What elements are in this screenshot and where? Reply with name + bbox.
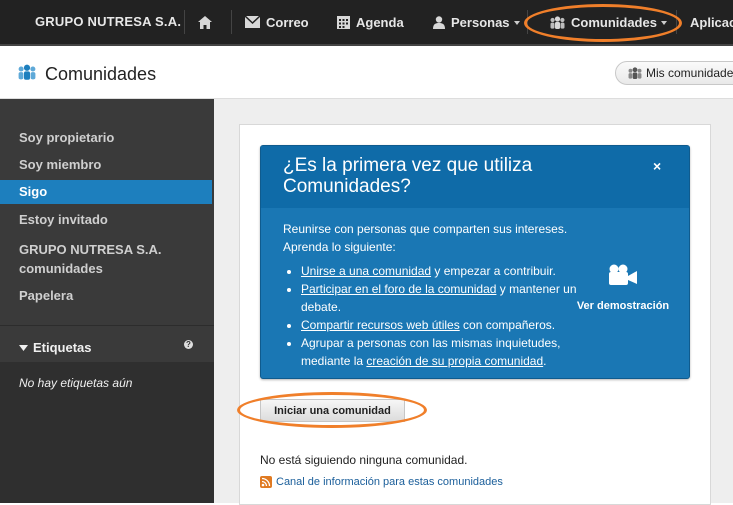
nav-people[interactable]: Personas (433, 0, 520, 44)
tags-toggle[interactable]: Etiquetas (19, 340, 92, 355)
sidebar-item-trash[interactable]: Papelera (19, 288, 73, 303)
intro-item-text: y empezar a contribuir. (431, 264, 556, 278)
intro-lead-2: Aprenda lo siguiente: (283, 240, 396, 254)
demo-link[interactable]: Ver demostración (575, 264, 671, 312)
nav-calendar[interactable]: Agenda (337, 0, 404, 44)
sidebar-divider (0, 325, 214, 326)
close-icon[interactable]: × (653, 158, 661, 174)
intro-item-text: . (543, 354, 547, 368)
empty-state-message: No está siguiendo ninguna comunidad. (260, 453, 468, 467)
home-link[interactable] (198, 0, 218, 44)
org-brand[interactable]: GRUPO NUTRESA S.A. (35, 14, 181, 29)
intro-item-text: con compañeros. (459, 318, 556, 332)
create-community-link[interactable]: creación de su propia comunidad (366, 354, 543, 368)
nav-divider (184, 10, 185, 34)
intro-callout: ¿Es la primera vez que utiliza Comunidad… (260, 145, 690, 379)
share-resources-link[interactable]: Compartir recursos web útiles (301, 318, 460, 332)
intro-body: Reunirse con personas que comparten sus … (283, 220, 583, 370)
tags-title: Etiquetas (33, 340, 92, 355)
nav-divider (231, 10, 232, 34)
join-community-link[interactable]: Unirse a una comunidad (301, 264, 431, 278)
nav-mail[interactable]: Correo (245, 0, 309, 44)
sidebar-item-member[interactable]: Soy miembro (19, 157, 101, 172)
intro-lead: Reunirse con personas que comparten sus … (283, 222, 568, 236)
intro-list: Unirse a una comunidad y empezar a contr… (283, 262, 583, 370)
sidebar-item-invited[interactable]: Estoy invitado (19, 212, 108, 227)
rss-link-label: Canal de información para estas comunida… (276, 476, 503, 488)
home-icon (198, 15, 212, 29)
community-icon (18, 64, 36, 80)
caret-down-icon (19, 344, 28, 351)
sidebar-item-owner[interactable]: Soy propietario (19, 130, 114, 145)
community-icon (628, 67, 642, 79)
highlight-annotation (524, 4, 682, 42)
demo-label: Ver demostración (576, 300, 670, 312)
intro-header: ¿Es la primera vez que utiliza Comunidad… (261, 146, 689, 208)
nav-calendar-label: Agenda (356, 14, 404, 30)
nav-applications-label: Aplicac (690, 14, 733, 30)
nav-applications[interactable]: Aplicac (690, 0, 733, 44)
sidebar-item-following[interactable]: Sigo (0, 180, 212, 204)
forum-link[interactable]: Participar en el foro de la comunidad (301, 282, 496, 296)
intro-list-item: Agrupar a personas con las mismas inquie… (301, 334, 583, 370)
my-communities-label: Mis comunidades (646, 66, 733, 80)
nav-people-label: Personas (451, 14, 510, 30)
video-camera-icon (609, 264, 637, 285)
my-communities-button[interactable]: Mis comunidades (615, 61, 733, 85)
calendar-icon (337, 15, 350, 29)
intro-list-item: Participar en el foro de la comunidad y … (301, 280, 583, 316)
intro-list-item: Compartir recursos web útiles con compañ… (301, 316, 583, 334)
tags-empty-message: No hay etiquetas aún (19, 376, 133, 390)
person-icon (433, 15, 445, 29)
help-icon[interactable]: ? (184, 340, 193, 349)
rss-feed-link[interactable]: Canal de información para estas comunida… (260, 476, 503, 488)
rss-icon (260, 476, 272, 488)
mail-icon (245, 16, 260, 28)
intro-list-item: Unirse a una comunidad y empezar a contr… (301, 262, 583, 280)
highlight-annotation (237, 392, 427, 428)
sidebar-item-org-communities[interactable]: GRUPO NUTRESA S.A. comunidades (19, 240, 189, 278)
nav-mail-label: Correo (266, 14, 309, 30)
chevron-down-icon (513, 21, 520, 25)
page-title: Comunidades (45, 64, 157, 84)
intro-title: ¿Es la primera vez que utiliza Comunidad… (283, 155, 533, 197)
